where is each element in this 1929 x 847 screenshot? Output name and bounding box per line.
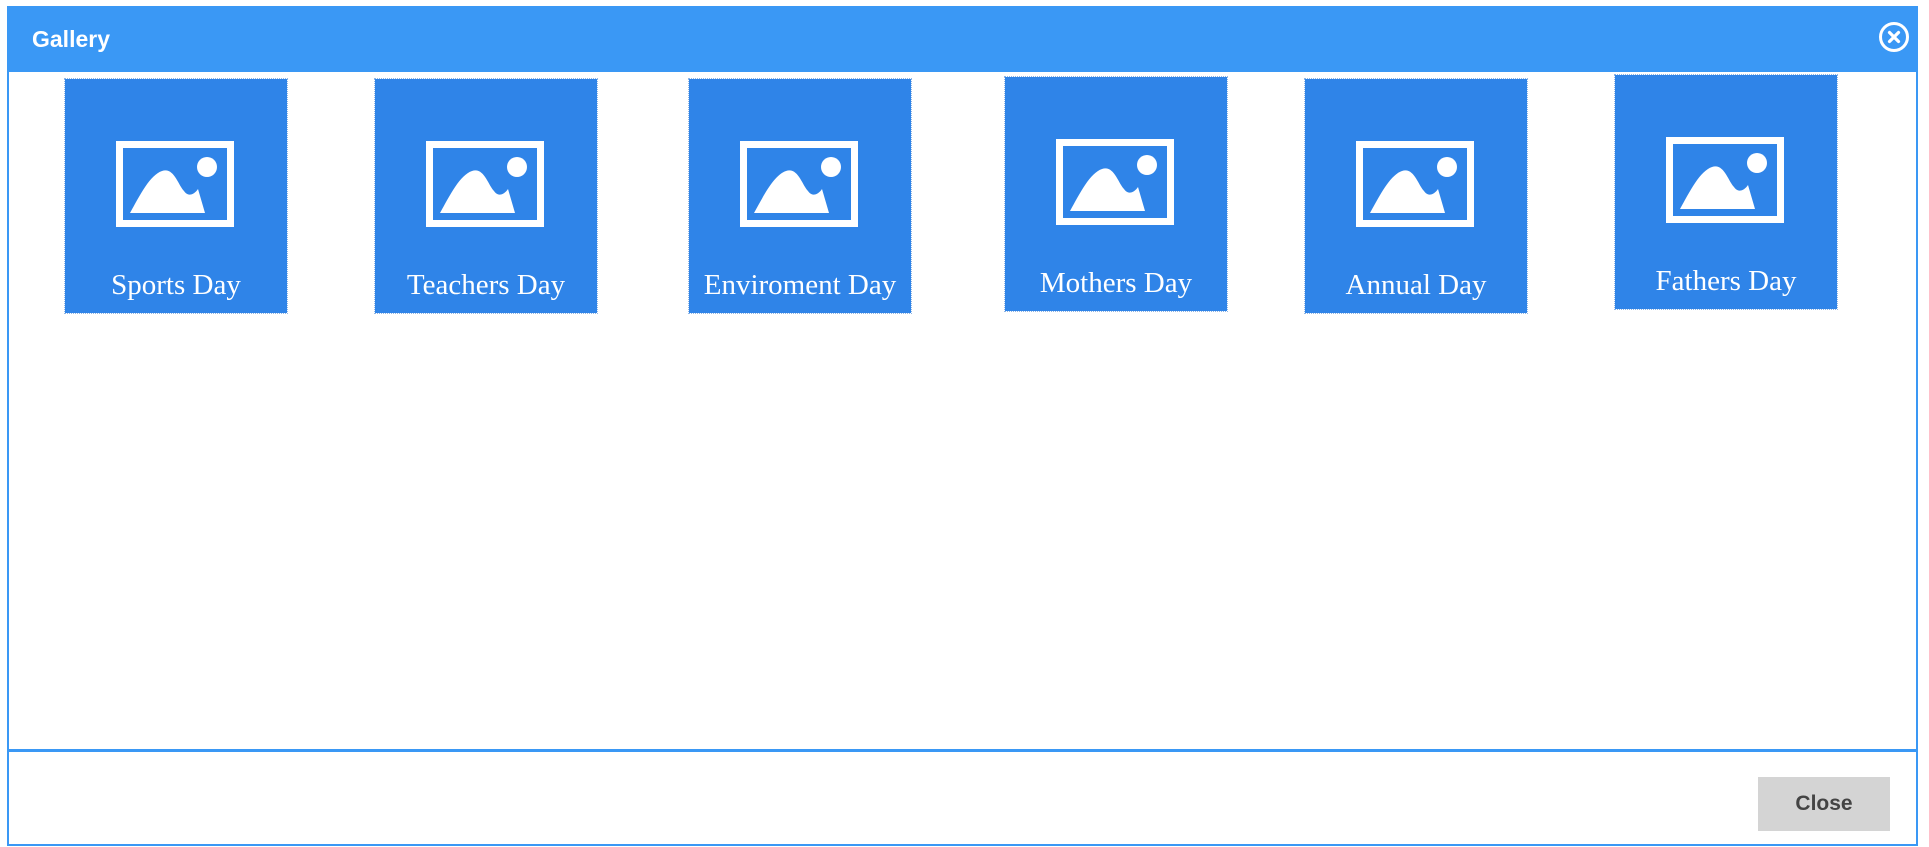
album-tile-annual-day[interactable]: Annual Day — [1304, 78, 1528, 314]
image-icon — [1356, 141, 1474, 227]
album-tile-fathers-day[interactable]: Fathers Day — [1614, 74, 1838, 310]
dialog-footer: Close — [9, 749, 1916, 846]
album-tile-sports-day[interactable]: Sports Day — [64, 78, 288, 314]
gallery-dialog: Gallery Sports Day Teachers Day Envirome… — [7, 6, 1918, 846]
album-label: Mothers Day — [1039, 267, 1193, 299]
album-label: Fathers Day — [1655, 265, 1797, 297]
dialog-body: Sports Day Teachers Day Enviroment Day M… — [9, 72, 1916, 752]
close-button[interactable]: Close — [1758, 777, 1890, 831]
album-tile-mothers-day[interactable]: Mothers Day — [1004, 76, 1228, 312]
image-icon — [740, 141, 858, 227]
album-tile-teachers-day[interactable]: Teachers Day — [374, 78, 598, 314]
dialog-titlebar: Gallery — [7, 6, 1918, 72]
image-icon — [1666, 137, 1784, 223]
close-icon[interactable] — [1879, 22, 1909, 52]
album-label: Teachers Day — [406, 269, 566, 301]
image-icon — [1056, 139, 1174, 225]
image-icon — [426, 141, 544, 227]
album-label: Sports Day — [111, 269, 241, 301]
album-tile-enviroment-day[interactable]: Enviroment Day — [688, 78, 912, 314]
image-icon — [116, 141, 234, 227]
dialog-title: Gallery — [32, 26, 110, 52]
album-label: Enviroment Day — [703, 269, 897, 301]
album-label: Annual Day — [1345, 269, 1487, 301]
